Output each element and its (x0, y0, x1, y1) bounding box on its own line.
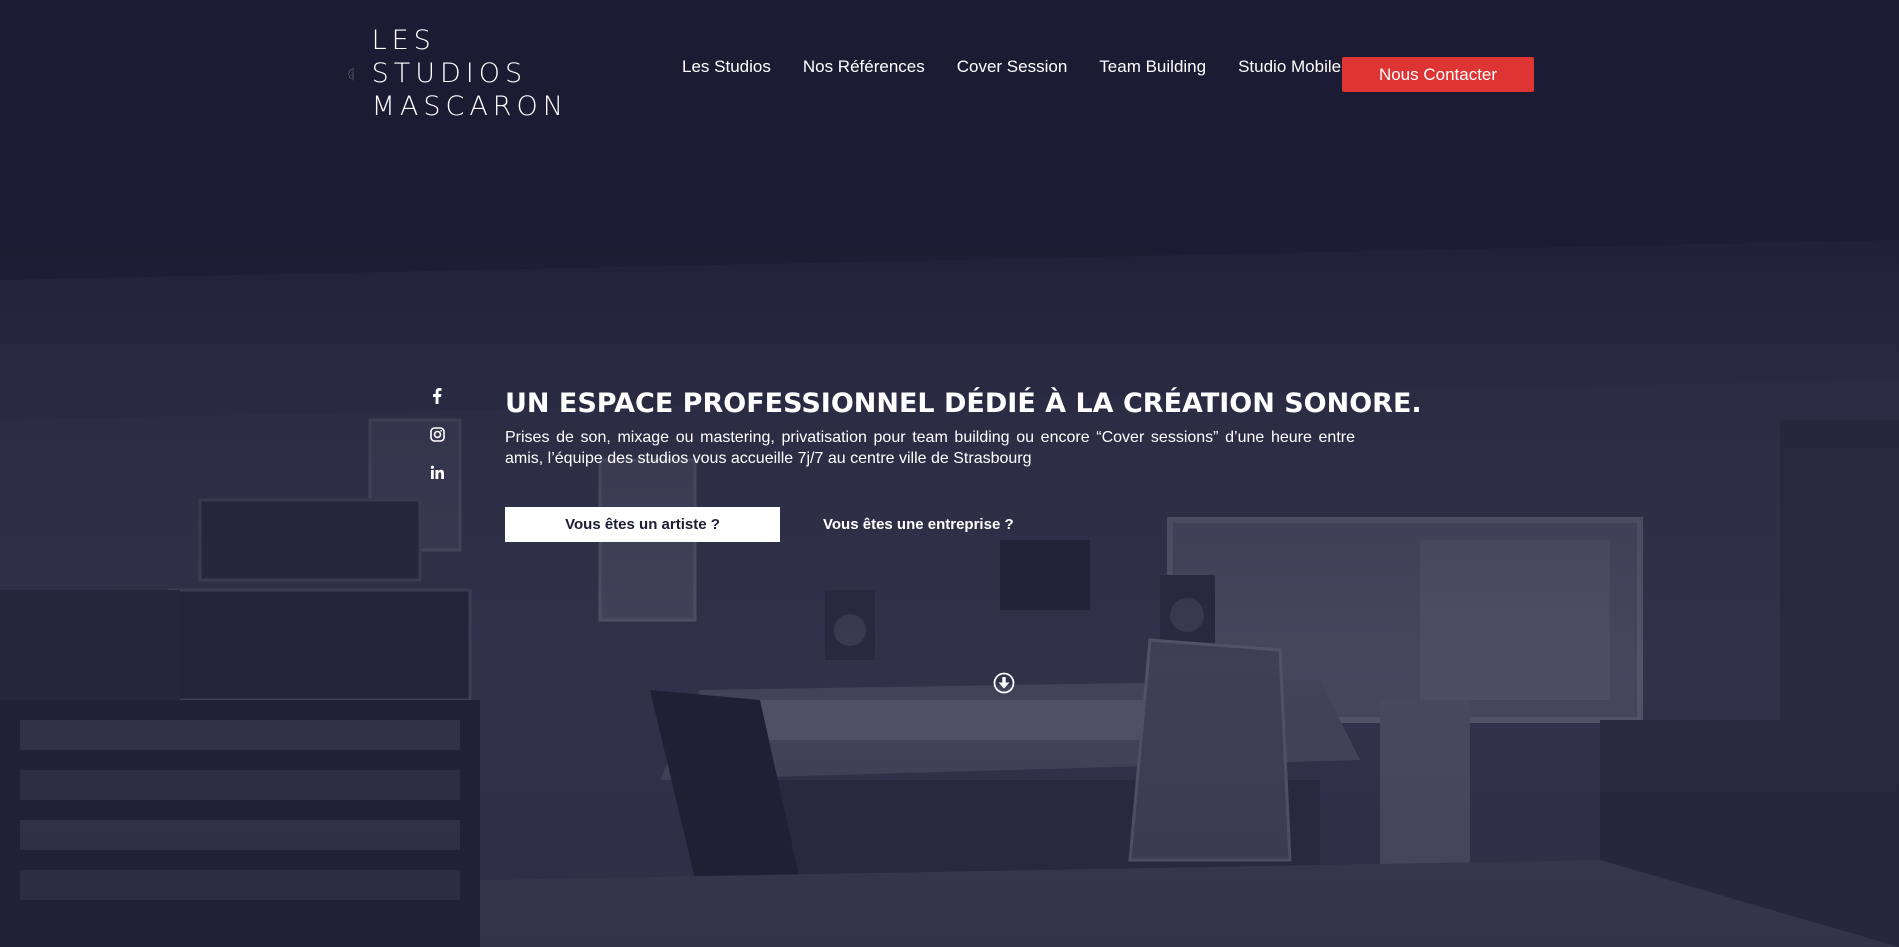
nav-item-team-building[interactable]: Team Building (1099, 57, 1206, 77)
social-links (426, 385, 448, 499)
facebook-icon[interactable] (426, 385, 448, 407)
logo-line-1: LES (371, 25, 436, 56)
business-link[interactable]: Vous êtes une entreprise ? (823, 516, 1014, 533)
scroll-down-arrow-icon[interactable] (993, 672, 1015, 694)
page: LES STUDIOS MASCARON Les Studios Nos Réf… (0, 0, 1899, 947)
nav-item-cover-session[interactable]: Cover Session (957, 57, 1068, 77)
hero-subtitle: Prises de son, mixage ou mastering, priv… (505, 429, 1355, 467)
logo-line-2: STUDIOS (371, 58, 528, 89)
mascaron-face-logo-icon (348, 67, 354, 80)
nav-item-les-studios[interactable]: Les Studios (682, 57, 771, 77)
hero-title: UN ESPACE PROFESSIONNEL DÉDIÉ À LA CRÉAT… (505, 388, 1422, 419)
nav-item-studio-mobile[interactable]: Studio Mobile (1238, 57, 1341, 77)
main-nav: Les Studios Nos Références Cover Session… (682, 57, 1373, 77)
logo-wordmark: LES STUDIOS MASCARON (372, 24, 568, 123)
cta-row: Vous êtes un artiste ? Vous êtes une ent… (505, 507, 1355, 542)
contact-button[interactable]: Nous Contacter (1342, 57, 1534, 92)
site-header: LES STUDIOS MASCARON Les Studios Nos Réf… (0, 0, 1899, 140)
artist-button[interactable]: Vous êtes un artiste ? (505, 507, 780, 542)
nav-item-nos-references[interactable]: Nos Références (803, 57, 925, 77)
logo[interactable]: LES STUDIOS MASCARON (348, 16, 568, 131)
instagram-icon[interactable] (426, 423, 448, 445)
linkedin-icon[interactable] (426, 461, 448, 483)
logo-line-3: MASCARON (371, 91, 568, 122)
hero-section: UN ESPACE PROFESSIONNEL DÉDIÉ À LA CRÉAT… (505, 388, 1422, 542)
